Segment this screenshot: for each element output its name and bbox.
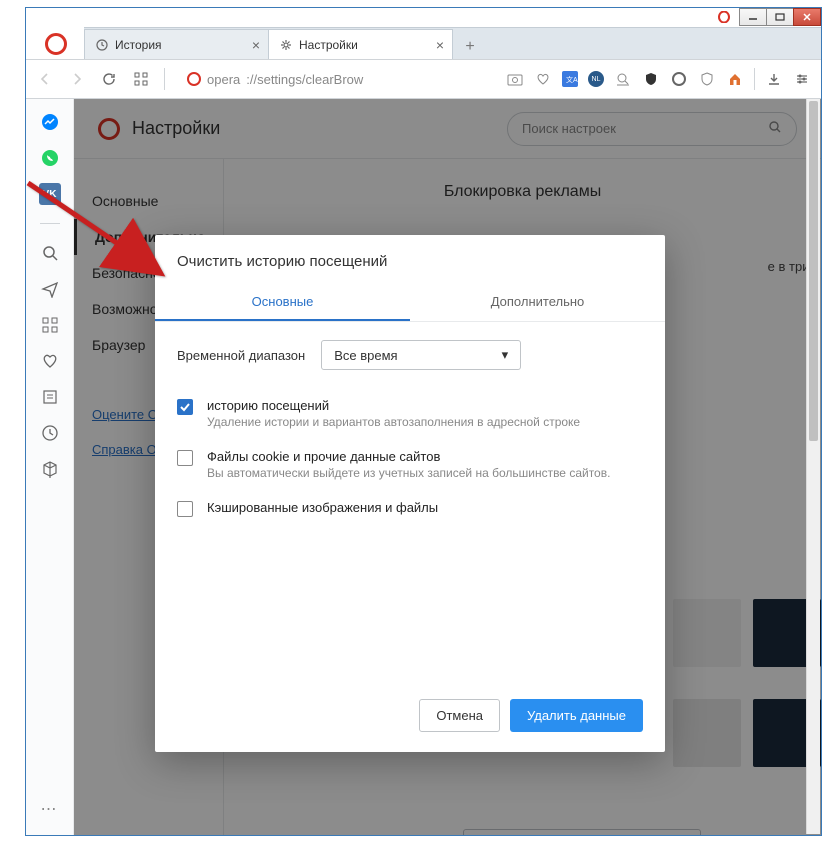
annotation-arrow — [18, 173, 168, 288]
option-desc: Вы автоматически выйдете из учетных запи… — [207, 466, 610, 480]
cancel-button[interactable]: Отмена — [419, 699, 500, 732]
clock-icon — [95, 38, 109, 52]
checkbox-history[interactable] — [177, 399, 193, 415]
opera-main-button[interactable] — [38, 26, 74, 62]
tab-strip: История × Настройки × + — [84, 27, 821, 59]
messenger-icon[interactable] — [39, 111, 61, 133]
maximize-button[interactable] — [766, 8, 794, 26]
range-label: Временной диапазон — [177, 348, 305, 363]
checkbox-cache[interactable] — [177, 501, 193, 517]
scrollbar-thumb[interactable] — [809, 101, 818, 441]
option-history: историю посещений Удаление истории и вар… — [177, 388, 643, 439]
url-scheme: opera — [207, 72, 240, 87]
tab-settings[interactable]: Настройки × — [268, 29, 453, 59]
shield-ext-icon[interactable] — [642, 70, 660, 88]
forward-button[interactable] — [68, 70, 86, 88]
clear-history-dialog: Очистить историю посещений Основные Допо… — [155, 235, 665, 752]
toolbar-extensions: 文A NL — [506, 68, 811, 90]
chevron-down-icon: ▾ — [502, 347, 509, 363]
more-icon[interactable]: ⋯ — [41, 799, 59, 819]
svg-text:文A: 文A — [566, 75, 578, 84]
scrollbar[interactable] — [806, 99, 820, 834]
tab-advanced[interactable]: Дополнительно — [410, 284, 665, 321]
translate-icon[interactable]: 文A — [562, 71, 578, 87]
new-tab-button[interactable]: + — [458, 35, 482, 59]
option-desc: Удаление истории и вариантов автозаполне… — [207, 415, 580, 429]
confirm-button[interactable]: Удалить данные — [510, 699, 643, 732]
dialog-title: Очистить историю посещений — [155, 235, 665, 284]
tab-label: История — [115, 38, 162, 52]
gear-icon — [279, 38, 293, 52]
heart-icon[interactable] — [534, 70, 552, 88]
opera-icon — [187, 72, 201, 86]
reload-button[interactable] — [100, 70, 118, 88]
heart-icon[interactable] — [39, 350, 61, 372]
tab-label: Настройки — [299, 38, 358, 52]
shield2-ext-icon[interactable] — [698, 70, 716, 88]
camera-icon[interactable] — [506, 70, 524, 88]
home-ext-icon[interactable] — [726, 70, 744, 88]
speed-dial-button[interactable] — [132, 70, 150, 88]
tab-basic[interactable]: Основные — [155, 284, 410, 321]
time-range-row: Временной диапазон Все время ▾ — [177, 340, 643, 370]
tab-history[interactable]: История × — [84, 29, 269, 59]
option-cookies: Файлы cookie и прочие данные сайтов Вы а… — [177, 439, 643, 490]
dialog-tabs: Основные Дополнительно — [155, 284, 665, 322]
close-icon[interactable]: × — [252, 37, 260, 53]
news-icon[interactable] — [39, 386, 61, 408]
option-title: Кэшированные изображения и файлы — [207, 500, 438, 515]
download-icon[interactable] — [765, 70, 783, 88]
apps-icon[interactable] — [39, 314, 61, 336]
range-value: Все время — [334, 348, 397, 363]
url-path: ://settings/clearBrow — [246, 72, 363, 87]
opera-ext-icon[interactable] — [670, 70, 688, 88]
checkbox-cookies[interactable] — [177, 450, 193, 466]
cube-icon[interactable] — [39, 458, 61, 480]
back-button[interactable] — [36, 70, 54, 88]
clock-icon[interactable] — [39, 422, 61, 444]
time-range-select[interactable]: Все время ▾ — [321, 340, 521, 370]
dialog-footer: Отмена Удалить данные — [155, 685, 665, 752]
close-button[interactable] — [793, 8, 821, 26]
address-bar[interactable]: opera ://settings/clearBrow — [179, 65, 371, 93]
option-cache: Кэшированные изображения и файлы — [177, 490, 643, 527]
option-title: историю посещений — [207, 398, 580, 413]
dialog-body: Временной диапазон Все время ▾ историю п… — [155, 322, 665, 545]
window-controls — [740, 8, 821, 26]
divider — [754, 68, 755, 90]
whatsapp-icon[interactable] — [39, 147, 61, 169]
easy-setup-icon[interactable] — [793, 70, 811, 88]
minimize-button[interactable] — [739, 8, 767, 26]
opera-menu-icon[interactable] — [715, 10, 733, 24]
search-ext-icon[interactable] — [614, 70, 632, 88]
option-title: Файлы cookie и прочие данные сайтов — [207, 449, 610, 464]
nl-ext-icon[interactable]: NL — [588, 71, 604, 87]
divider — [164, 68, 165, 90]
close-icon[interactable]: × — [436, 37, 444, 53]
navigation-bar: opera ://settings/clearBrow 文A NL — [26, 59, 821, 99]
